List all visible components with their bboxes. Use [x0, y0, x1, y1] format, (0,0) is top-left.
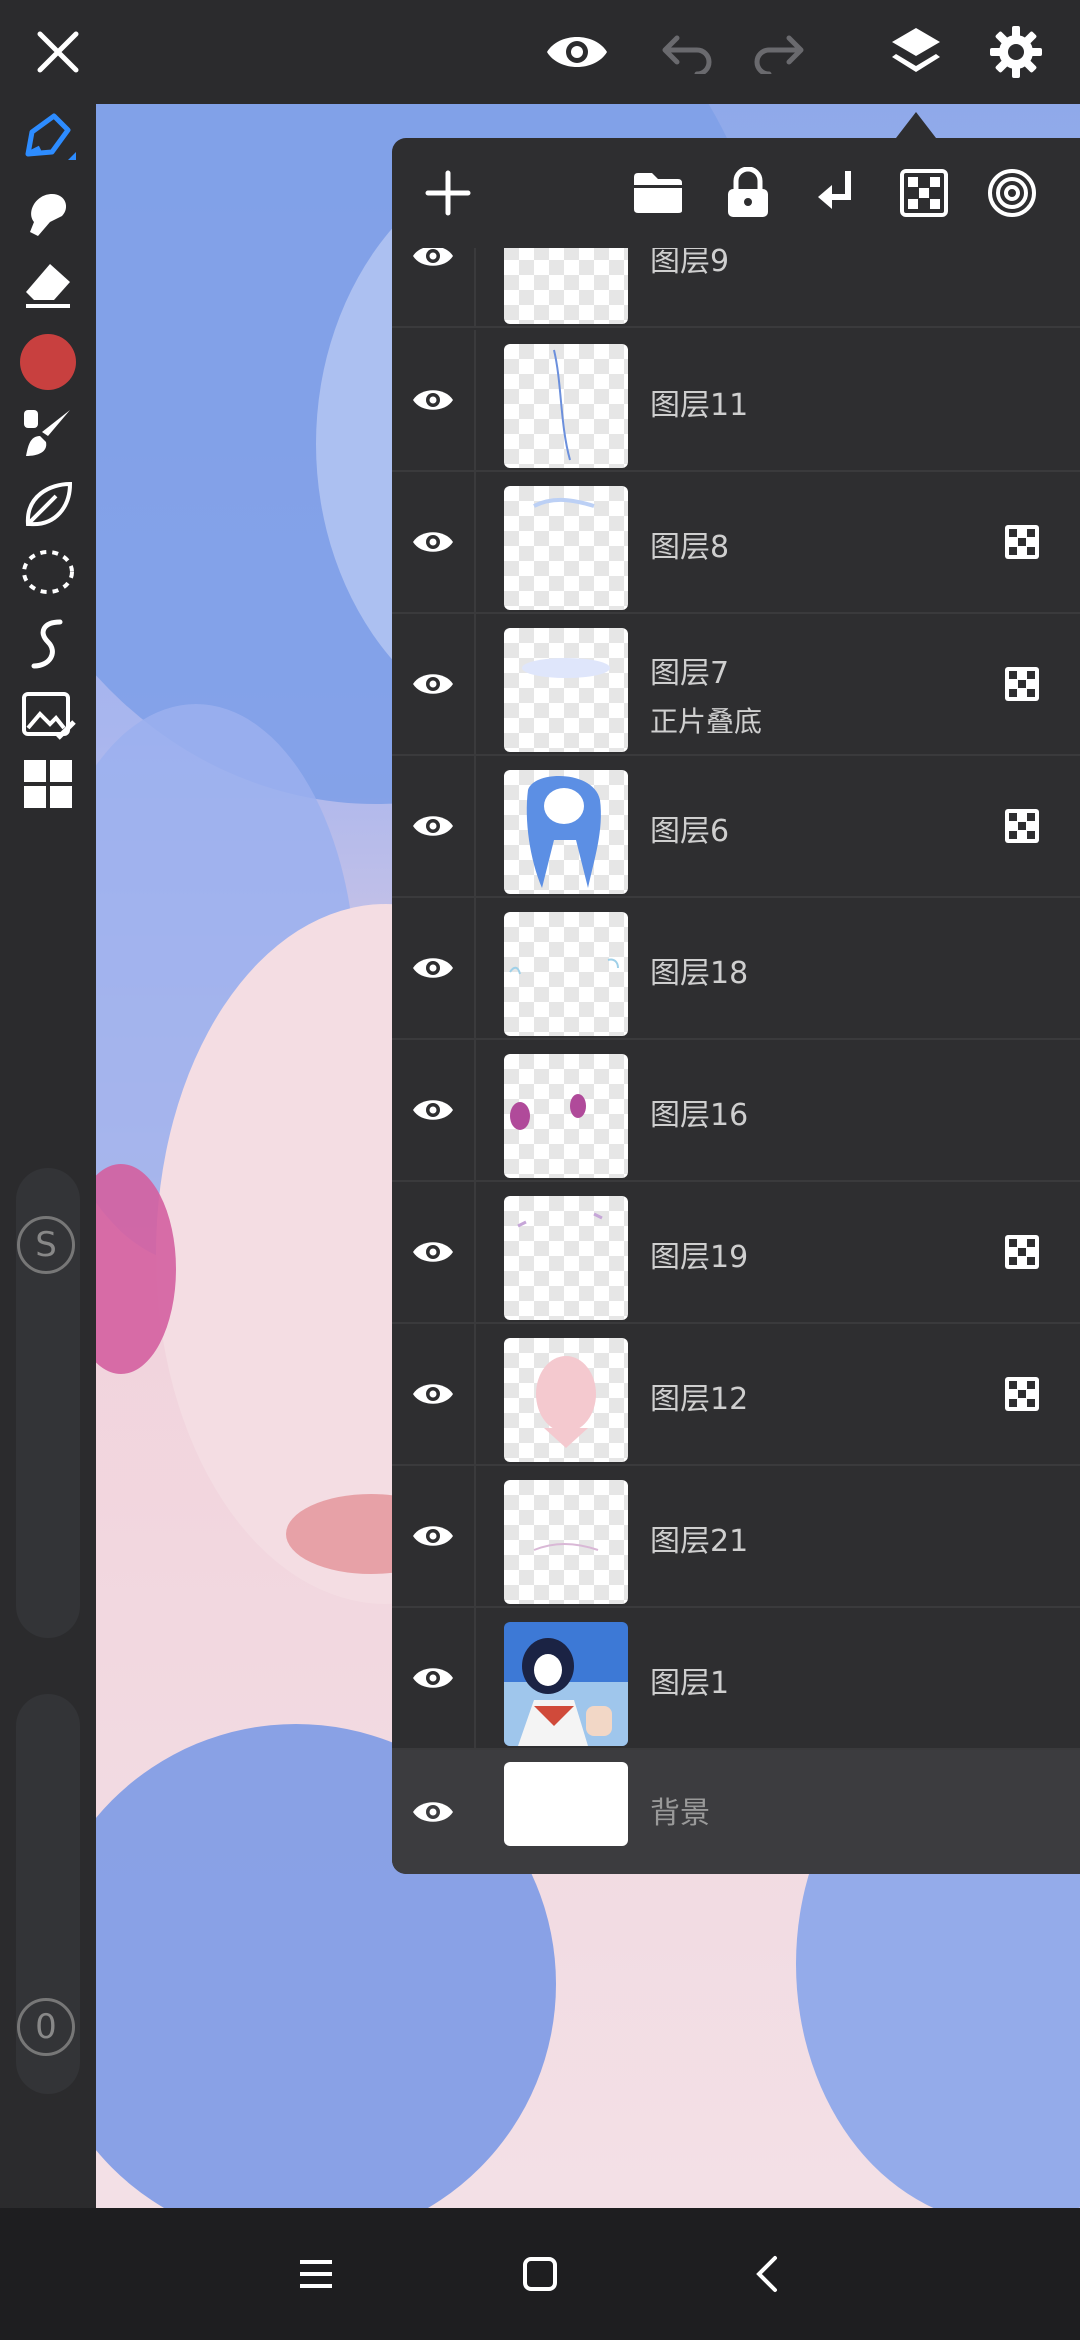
clipping-indicator-icon [1004, 666, 1040, 702]
layer-thumbnail [504, 770, 628, 894]
visibility-eye-icon[interactable] [392, 756, 476, 896]
layer-thumbnail [504, 1196, 628, 1320]
layer-row[interactable]: 图层21 [392, 1466, 1080, 1608]
leaf-icon[interactable] [12, 468, 84, 540]
blend-mode-label: 正片叠底 [650, 705, 763, 738]
layer-name: 图层16 [650, 1098, 749, 1133]
layer-name: 图层11 [650, 388, 749, 423]
layer-thumbnail [504, 1762, 628, 1846]
layer-thumbnail [504, 1054, 628, 1178]
layer-thumbnail [504, 1622, 628, 1746]
size-badge: S [17, 1216, 75, 1274]
layer-thumbnail [504, 344, 628, 468]
eraser-icon[interactable] [12, 248, 84, 320]
layer-list[interactable]: 图层9 图层11 图层8 图层7 正片叠底 图层6 图层18 图层16 图层19… [392, 248, 1080, 1874]
visibility-eye-icon[interactable] [392, 1182, 476, 1322]
visibility-eye-icon[interactable] [392, 1040, 476, 1180]
layer-row[interactable]: 图层8 [392, 472, 1080, 614]
visibility-eye-icon[interactable] [392, 614, 476, 754]
visibility-eye-icon[interactable] [392, 898, 476, 1038]
brush-icon[interactable] [12, 104, 84, 176]
visibility-eye-icon[interactable] [392, 1324, 476, 1464]
layer-row[interactable]: 图层6 [392, 756, 1080, 898]
clipping-mask-icon[interactable] [894, 163, 954, 223]
layer-row[interactable]: 图层9 [392, 248, 1080, 328]
layer-row[interactable]: 图层11 [392, 330, 1080, 472]
layer-name: 图层6 [650, 814, 730, 849]
layer-thumbnail [504, 486, 628, 610]
layer-name: 背景 [650, 1796, 710, 1831]
layer-row[interactable]: 图层7 正片叠底 [392, 614, 1080, 756]
paint-brush-icon[interactable] [12, 398, 84, 470]
visibility-eye-icon[interactable] [392, 1466, 476, 1606]
panel-caret [896, 112, 936, 138]
layer-name: 图层19 [650, 1240, 749, 1275]
smudge-icon[interactable] [12, 178, 84, 250]
top-bar [0, 0, 1080, 104]
home-icon[interactable] [510, 2244, 570, 2304]
layer-thumbnail [504, 1480, 628, 1604]
visibility-eye-icon[interactable] [392, 330, 476, 470]
close-icon[interactable] [24, 18, 92, 86]
layer-row[interactable]: 图层1 [392, 1608, 1080, 1750]
add-layer-icon[interactable] [418, 163, 478, 223]
merge-down-icon[interactable] [806, 163, 866, 223]
layer-panel-toolbar [392, 138, 1080, 248]
redo-icon[interactable] [744, 18, 812, 86]
layer-panel: 图层9 图层11 图层8 图层7 正片叠底 图层6 图层18 图层16 图层19… [392, 138, 1080, 1874]
tool-sidebar: S 0 [0, 104, 96, 2208]
layer-name: 图层21 [650, 1524, 749, 1559]
layer-name: 图层1 [650, 1666, 730, 1701]
target-icon[interactable] [982, 163, 1042, 223]
opacity-badge: 0 [17, 1998, 75, 2056]
visibility-eye-icon[interactable] [392, 1608, 476, 1748]
image-edit-icon[interactable] [12, 678, 84, 750]
layer-name: 图层18 [650, 956, 749, 991]
grid-icon[interactable] [12, 748, 84, 820]
clipping-indicator-icon [1004, 1234, 1040, 1270]
curve-icon[interactable] [12, 608, 84, 680]
layer-thumbnail [504, 628, 628, 752]
clipping-indicator-icon [1004, 524, 1040, 560]
background-layer-row[interactable]: 背景 [392, 1750, 1080, 1874]
layer-name: 图层8 [650, 530, 730, 565]
visibility-eye-icon[interactable] [392, 248, 476, 326]
undo-icon[interactable] [654, 18, 722, 86]
layer-thumbnail [504, 912, 628, 1036]
clipping-indicator-icon [1004, 808, 1040, 844]
layer-thumbnail [504, 248, 628, 324]
layer-name: 图层7 [650, 656, 730, 691]
visibility-eye-icon[interactable] [392, 472, 476, 612]
color-swatch[interactable] [12, 326, 84, 398]
lock-icon[interactable] [718, 163, 778, 223]
layer-row[interactable]: 图层16 [392, 1040, 1080, 1182]
layer-thumbnail [504, 1338, 628, 1462]
back-icon[interactable] [738, 2244, 798, 2304]
visibility-eye-icon[interactable] [392, 1750, 474, 1874]
layer-name: 图层9 [650, 248, 730, 279]
layer-row[interactable]: 图层12 [392, 1324, 1080, 1466]
layer-name: 图层12 [650, 1382, 749, 1417]
gear-icon[interactable] [982, 18, 1050, 86]
clipping-indicator-icon [1004, 1376, 1040, 1412]
lasso-icon[interactable] [12, 538, 84, 610]
layer-row[interactable]: 图层19 [392, 1182, 1080, 1324]
eye-icon[interactable] [543, 18, 611, 86]
folder-icon[interactable] [628, 163, 688, 223]
layers-icon[interactable] [882, 18, 950, 86]
menu-icon[interactable] [286, 2244, 346, 2304]
layer-row[interactable]: 图层18 [392, 898, 1080, 1040]
system-nav-bar [0, 2208, 1080, 2340]
